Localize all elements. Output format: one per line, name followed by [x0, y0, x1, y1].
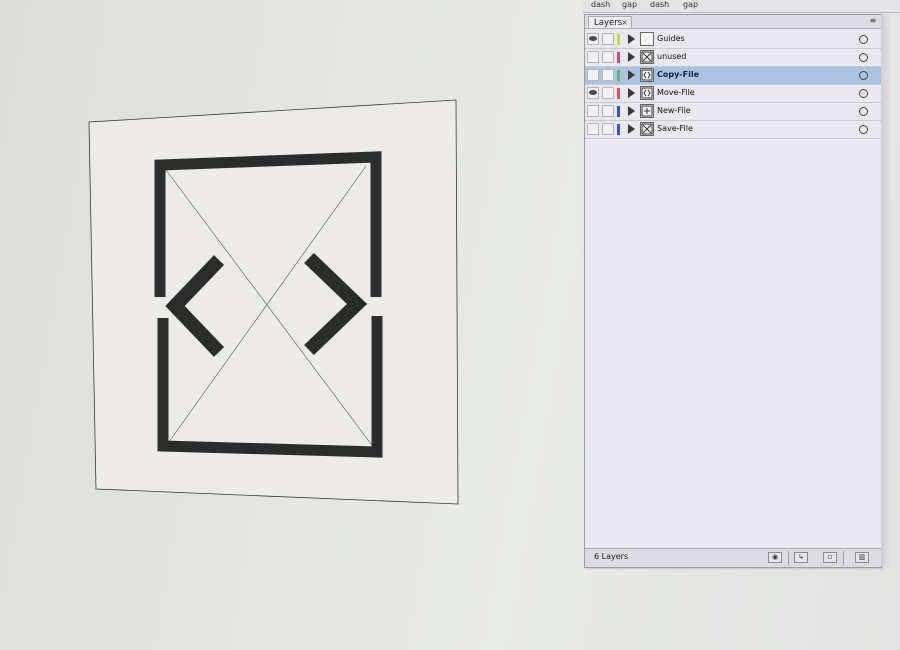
- gap-label-1: gap: [622, 0, 638, 9]
- target-circle-icon[interactable]: [859, 107, 868, 116]
- target-circle-icon[interactable]: [859, 89, 868, 98]
- close-icon[interactable]: ×: [621, 17, 628, 29]
- eye-icon: [589, 90, 597, 95]
- layer-row-move-file[interactable]: Move-File: [585, 85, 881, 103]
- footer-divider: [843, 551, 844, 565]
- expand-arrow-icon[interactable]: [628, 124, 635, 134]
- document-canvas[interactable]: [0, 0, 580, 650]
- thumbnail-glyph: [641, 123, 653, 135]
- target-circle-icon[interactable]: [859, 71, 868, 80]
- layer-name[interactable]: unused: [657, 52, 686, 61]
- layer-row-unused[interactable]: unused: [585, 49, 881, 67]
- layer-count-label: 6 Layers: [594, 552, 629, 561]
- expand-arrow-icon[interactable]: [628, 34, 635, 44]
- expand-arrow-icon[interactable]: [628, 70, 635, 80]
- layer-name[interactable]: Move-File: [657, 88, 695, 97]
- layer-name[interactable]: New-File: [657, 106, 691, 115]
- tab-layers[interactable]: Layers ×: [588, 16, 632, 28]
- target-circle-icon[interactable]: [859, 125, 868, 134]
- make-clipping-mask-icon[interactable]: ↳: [794, 552, 808, 563]
- visibility-toggle[interactable]: [587, 87, 599, 99]
- layer-thumbnail: [640, 86, 654, 100]
- gap-label-2: gap: [683, 0, 699, 9]
- lock-toggle[interactable]: [602, 33, 614, 45]
- visibility-toggle[interactable]: [587, 51, 599, 63]
- layer-row-new-file[interactable]: New-File: [585, 103, 881, 121]
- thumbnail-glyph: [641, 69, 653, 81]
- layer-color-chip: [617, 34, 620, 45]
- eye-icon: [589, 36, 597, 41]
- expand-arrow-icon[interactable]: [628, 106, 635, 116]
- expand-arrow-icon[interactable]: [628, 52, 635, 62]
- layer-row-copy-file[interactable]: Copy-File: [585, 67, 881, 85]
- layer-color-chip: [617, 70, 620, 81]
- lock-toggle[interactable]: [602, 123, 614, 135]
- locate-object-icon[interactable]: ◉: [768, 552, 782, 563]
- expand-arrow-icon[interactable]: [628, 88, 635, 98]
- artwork-svg: [88, 99, 459, 505]
- thumbnail-glyph: [641, 87, 653, 99]
- panel-dock-edge: [881, 14, 891, 566]
- layers-panel: Layers × ≡ Guides unused Copy-File Move-…: [584, 14, 882, 568]
- visibility-toggle[interactable]: [587, 105, 599, 117]
- panel-tab-bar: Layers × ≡: [585, 15, 881, 29]
- footer-divider: [788, 551, 789, 565]
- visibility-toggle[interactable]: [587, 123, 599, 135]
- thumbnail-glyph: [641, 105, 653, 117]
- delete-layer-icon[interactable]: ▥: [855, 552, 869, 563]
- tab-layers-label: Layers: [594, 18, 623, 28]
- layer-name[interactable]: Copy-File: [657, 70, 699, 79]
- thumbnail-glyph: [641, 51, 653, 63]
- dash-label-1: dash: [591, 0, 611, 9]
- lock-toggle[interactable]: [602, 87, 614, 99]
- layer-thumbnail: [640, 50, 654, 64]
- stroke-panel-dash-row: dash gap dash gap: [583, 0, 900, 13]
- lock-toggle[interactable]: [602, 69, 614, 81]
- layer-color-chip: [617, 106, 620, 117]
- visibility-toggle[interactable]: [587, 33, 599, 45]
- layer-row-guides[interactable]: Guides: [585, 31, 881, 49]
- layers-panel-footer: 6 Layers ◉ ↳ ▫ ▥: [585, 548, 881, 567]
- layer-thumbnail: [640, 104, 654, 118]
- layer-thumbnail: [640, 68, 654, 82]
- layer-list: Guides unused Copy-File Move-File New-Fi…: [585, 31, 881, 139]
- layer-color-chip: [617, 124, 620, 135]
- layer-color-chip: [617, 52, 620, 63]
- lock-toggle[interactable]: [602, 105, 614, 117]
- panel-menu-icon[interactable]: ≡: [866, 16, 880, 26]
- target-circle-icon[interactable]: [859, 35, 868, 44]
- layer-thumbnail: [640, 122, 654, 136]
- layer-thumbnail: [640, 32, 654, 46]
- layer-row-save-file[interactable]: Save-File: [585, 121, 881, 139]
- layer-name[interactable]: Save-File: [657, 124, 693, 133]
- layer-name[interactable]: Guides: [657, 34, 685, 43]
- target-circle-icon[interactable]: [859, 53, 868, 62]
- visibility-toggle[interactable]: [587, 69, 599, 81]
- new-sublayer-icon[interactable]: ▫: [823, 552, 837, 563]
- layer-color-chip: [617, 88, 620, 99]
- dash-label-2: dash: [650, 0, 670, 9]
- lock-toggle[interactable]: [602, 51, 614, 63]
